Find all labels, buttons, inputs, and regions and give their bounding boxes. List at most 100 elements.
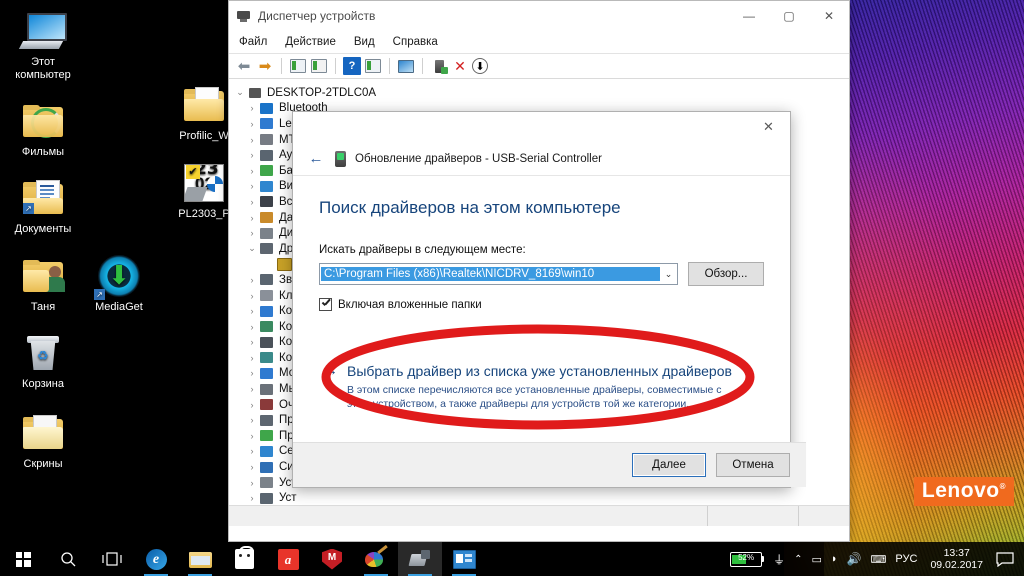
- enable-device-icon[interactable]: [430, 57, 448, 75]
- chevron-right-icon[interactable]: ›: [245, 353, 259, 363]
- chevron-down-icon[interactable]: ⌄: [245, 243, 259, 254]
- toolbar[interactable]: ⬅ ➡ ? ✕ ⬇: [229, 54, 849, 79]
- chevron-right-icon[interactable]: ›: [245, 446, 259, 456]
- tree-row[interactable]: › Уст: [233, 490, 849, 506]
- pick-from-list-link[interactable]: Выбрать драйвер из списка уже установлен…: [347, 363, 732, 379]
- taskbar-app-driver-dialog[interactable]: [442, 542, 486, 576]
- tree-row-root[interactable]: ⌄ DESKTOP-2TDLC0A: [233, 85, 849, 101]
- task-view-button[interactable]: [90, 542, 134, 576]
- chevron-right-icon[interactable]: ›: [245, 415, 259, 425]
- taskbar-app-paint[interactable]: [354, 542, 398, 576]
- desktop-icon-recycle-bin[interactable]: ♻ Корзина: [0, 330, 86, 391]
- clock[interactable]: 13:37 09.02.2017: [926, 547, 987, 571]
- menu-item-file[interactable]: Файл: [239, 36, 267, 48]
- forward-arrow-icon[interactable]: ➡: [256, 57, 274, 75]
- chevron-right-icon[interactable]: ›: [245, 119, 259, 129]
- keyboard-icon[interactable]: ⌨: [871, 553, 887, 566]
- chevron-down-icon[interactable]: ⌄: [233, 87, 247, 98]
- maximize-button[interactable]: ▢: [769, 1, 809, 31]
- taskbar-app-device-manager[interactable]: [398, 542, 442, 576]
- usb-controller-icon: [259, 336, 274, 349]
- chevron-right-icon[interactable]: ›: [245, 306, 259, 316]
- minimize-button[interactable]: —: [729, 1, 769, 31]
- download-icon[interactable]: ⬇: [472, 58, 488, 74]
- device-manager-titlebar[interactable]: Диспетчер устройств — ▢ ✕: [229, 1, 849, 31]
- menu-item-view[interactable]: Вид: [354, 36, 375, 48]
- cancel-button[interactable]: Отмена: [716, 453, 790, 477]
- taskbar-app-acrobat[interactable]: a: [266, 542, 310, 576]
- desktop-icon-tanya[interactable]: Таня: [0, 253, 86, 314]
- chevron-right-icon[interactable]: ›: [245, 291, 259, 301]
- browse-button[interactable]: Обзор...: [688, 262, 764, 286]
- chevron-right-icon[interactable]: ›: [245, 431, 259, 441]
- chevron-right-icon[interactable]: ›: [245, 478, 259, 488]
- search-button[interactable]: [46, 542, 90, 576]
- include-subfolders-row[interactable]: Включая вложенные папки: [319, 298, 764, 311]
- dialog-close-button[interactable]: ✕: [747, 112, 790, 142]
- menu-item-action[interactable]: Действие: [285, 36, 336, 48]
- path-input[interactable]: C:\Program Files (x86)\Realtek\NICDRV_81…: [321, 267, 660, 281]
- chevron-right-icon[interactable]: ›: [245, 493, 259, 503]
- taskbar[interactable]: e a M 52% ⏚ ⌃ ▭ ◗ 🔊 ⌨ РУС 13:37 09.02.20…: [0, 542, 1024, 576]
- chevron-right-icon[interactable]: ›: [245, 197, 259, 207]
- desktop-icon-screenshots[interactable]: Скрины: [0, 410, 86, 471]
- window-controls[interactable]: — ▢ ✕: [729, 1, 849, 31]
- chevron-right-icon[interactable]: ›: [245, 275, 259, 285]
- chevron-right-icon[interactable]: ›: [245, 400, 259, 410]
- chevron-right-icon[interactable]: ›: [245, 322, 259, 332]
- battery-indicator[interactable]: 52%: [730, 551, 765, 567]
- back-arrow-icon[interactable]: ⬅: [235, 57, 253, 75]
- uninstall-device-icon[interactable]: ✕: [451, 57, 469, 75]
- chevron-right-icon[interactable]: ›: [245, 103, 259, 113]
- chevron-right-icon[interactable]: ›: [245, 213, 259, 223]
- desktop-icon-films[interactable]: Фильмы: [0, 98, 86, 159]
- chevron-down-icon[interactable]: ⌄: [660, 269, 677, 280]
- chevron-right-icon[interactable]: ›: [245, 368, 259, 378]
- pick-from-list-link-row[interactable]: → Выбрать драйвер из списка уже установл…: [323, 363, 764, 379]
- bluetooth-icon: [259, 102, 274, 115]
- next-button[interactable]: Далее: [632, 453, 706, 477]
- back-arrow-icon[interactable]: ←: [305, 148, 327, 170]
- help-icon[interactable]: ?: [343, 57, 361, 75]
- taskbar-app-store[interactable]: [222, 542, 266, 576]
- wifi-icon[interactable]: ◗: [831, 553, 838, 565]
- menu-item-help[interactable]: Справка: [393, 36, 438, 48]
- chevron-right-icon[interactable]: ›: [245, 166, 259, 176]
- taskbar-app-mcafee[interactable]: M: [310, 542, 354, 576]
- chevron-right-icon[interactable]: ›: [245, 135, 259, 145]
- system-tray[interactable]: 52% ⏚ ⌃ ▭ ◗ 🔊 ⌨ РУС 13:37 09.02.2017: [730, 547, 1024, 571]
- computer-icon: [259, 305, 274, 318]
- volume-icon[interactable]: 🔊: [847, 552, 862, 566]
- power-plug-icon[interactable]: ⏚: [773, 551, 785, 568]
- device-manager-icon: [237, 9, 251, 23]
- dialog-titlebar[interactable]: ✕: [293, 112, 790, 142]
- chevron-right-icon[interactable]: ›: [245, 150, 259, 160]
- scan-hardware-icon[interactable]: [397, 57, 415, 75]
- chevron-right-icon[interactable]: ›: [245, 384, 259, 394]
- desktop-icon-mediaget[interactable]: ⬇ ↗ MediaGet: [76, 253, 162, 314]
- close-button[interactable]: ✕: [809, 1, 849, 31]
- alternative-section[interactable]: → Выбрать драйвер из списка уже установл…: [319, 363, 764, 411]
- update-driver-icon[interactable]: [364, 57, 382, 75]
- language-indicator[interactable]: РУС: [895, 553, 917, 565]
- desktop-icon-documents[interactable]: ↗ Документы: [0, 175, 86, 236]
- chevron-right-icon[interactable]: ›: [245, 337, 259, 347]
- desktop-icon-this-pc[interactable]: Этот компьютер: [0, 8, 86, 82]
- chevron-up-icon[interactable]: ⌃: [794, 554, 802, 565]
- update-driver-dialog[interactable]: ✕ ← Обновление драйверов - USB-Serial Co…: [292, 111, 806, 488]
- chevron-right-icon[interactable]: ›: [245, 462, 259, 472]
- list-view-icon[interactable]: [310, 57, 328, 75]
- software-device-icon: [259, 429, 274, 442]
- chevron-right-icon[interactable]: ›: [245, 228, 259, 238]
- taskbar-app-file-explorer[interactable]: [178, 542, 222, 576]
- chevron-right-icon[interactable]: ›: [245, 181, 259, 191]
- start-button[interactable]: [0, 542, 46, 576]
- include-subfolders-checkbox[interactable]: [319, 298, 332, 311]
- dialog-heading: Поиск драйверов на этом компьютере: [319, 198, 621, 217]
- properties-icon[interactable]: [289, 57, 307, 75]
- menu-bar[interactable]: Файл Действие Вид Справка: [229, 31, 849, 54]
- taskbar-app-edge[interactable]: e: [134, 542, 178, 576]
- battery-saver-icon[interactable]: ▭: [812, 553, 822, 566]
- path-combobox[interactable]: C:\Program Files (x86)\Realtek\NICDRV_81…: [319, 263, 678, 285]
- action-center-button[interactable]: [996, 551, 1016, 567]
